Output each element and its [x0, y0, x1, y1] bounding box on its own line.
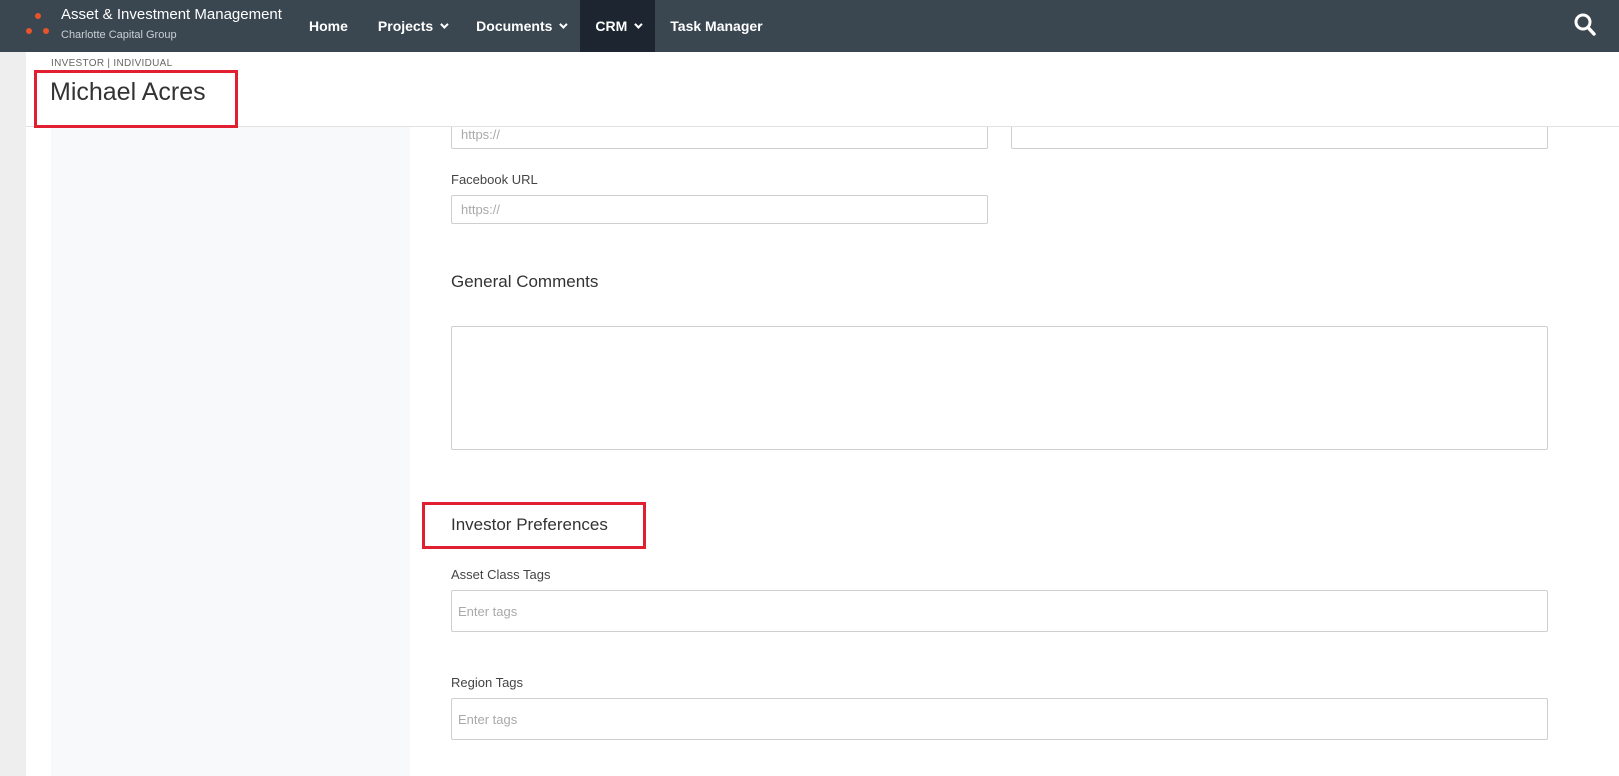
record-type-label: INVESTOR | INDIVIDUAL	[51, 58, 173, 69]
app-title: Asset & Investment Management	[61, 6, 282, 23]
region-tags-label: Region Tags	[451, 675, 524, 690]
side-panel	[51, 126, 410, 776]
general-comments-heading: General Comments	[451, 272, 599, 291]
chevron-down-icon	[440, 20, 449, 29]
three-dots-logo-icon[interactable]	[24, 12, 52, 40]
top-nav-bar: Asset & Investment Management Charlotte …	[0, 0, 1619, 52]
chevron-down-icon	[559, 20, 569, 29]
asset-class-tags-input[interactable]	[451, 590, 1548, 632]
region-tags-input[interactable]	[451, 698, 1548, 740]
nav-home-label: Home	[309, 18, 348, 34]
nav-crm[interactable]: CRM	[580, 0, 656, 52]
search-icon	[1574, 13, 1596, 36]
facebook-url-label: Facebook URL	[451, 172, 538, 187]
nav-documents[interactable]: Documents	[461, 0, 580, 52]
left-gutter	[0, 52, 26, 776]
nav-task-manager[interactable]: Task Manager	[655, 0, 777, 52]
nav-projects[interactable]: Projects	[363, 0, 461, 52]
search-button[interactable]	[1573, 12, 1597, 38]
asset-class-tags-label: Asset Class Tags	[451, 567, 551, 582]
investor-preferences-heading: Investor Preferences	[451, 515, 608, 534]
record-header: INVESTOR | INDIVIDUAL Michael Acres	[26, 52, 1619, 127]
facebook-url-input[interactable]	[451, 195, 988, 224]
nav-documents-label: Documents	[476, 18, 553, 34]
record-name: Michael Acres	[50, 78, 206, 106]
nav-crm-label: CRM	[595, 18, 628, 34]
nav-home[interactable]: Home	[294, 0, 363, 52]
app-subtitle: Charlotte Capital Group	[61, 29, 177, 41]
nav-task-manager-label: Task Manager	[670, 18, 763, 34]
chevron-down-icon	[634, 20, 643, 29]
main-nav: Home Projects Documents CRM Task Manager	[294, 0, 778, 52]
brand[interactable]: Asset & Investment Management Charlotte …	[61, 6, 282, 43]
nav-projects-label: Projects	[377, 18, 434, 34]
general-comments-textarea[interactable]	[451, 326, 1548, 450]
